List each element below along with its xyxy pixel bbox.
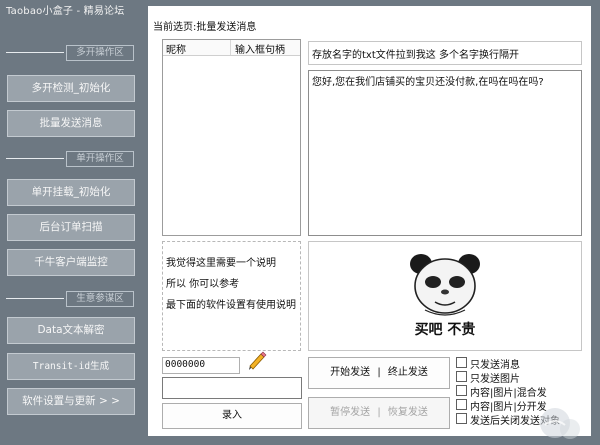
message-textarea[interactable]: 您好,您在我们店铺买的宝贝还没付款,在吗在吗在吗? bbox=[308, 70, 582, 236]
data-decrypt-button[interactable]: Data文本解密 bbox=[7, 317, 135, 344]
section-divider bbox=[6, 298, 64, 299]
section-label: 单开操作区 bbox=[66, 151, 134, 167]
file-drop-hint[interactable]: 存放名字的txt文件拉到我这 多个名字换行隔开 bbox=[308, 41, 582, 65]
checkbox[interactable] bbox=[456, 371, 467, 382]
section-label: 生意参谋区 bbox=[66, 291, 134, 307]
send-controls: 开始发送 | 终止发送 bbox=[308, 357, 450, 389]
nickname-list[interactable]: 昵称 输入框句柄 bbox=[162, 39, 301, 236]
current-tab-title: 当前选页:批量发送消息 bbox=[153, 22, 257, 33]
image-drop-area[interactable]: 买吧 不贵 bbox=[308, 241, 582, 351]
qianniu-monitor-button[interactable]: 千牛客户端监控 bbox=[7, 249, 135, 276]
option-text-only[interactable]: 只发送消息 bbox=[454, 356, 586, 371]
record-button[interactable]: 录入 bbox=[162, 403, 302, 429]
pause-send-button[interactable]: 暂停发送 bbox=[330, 407, 370, 418]
option-label: 只发送消息 bbox=[470, 360, 520, 371]
column-handle: 输入框句柄 bbox=[235, 45, 285, 56]
handle-input-value: 0000000 bbox=[165, 359, 206, 370]
option-image-only[interactable]: 只发送图片 bbox=[454, 370, 586, 385]
sticker-caption: 买吧 不贵 bbox=[414, 322, 476, 338]
section-divider bbox=[6, 158, 64, 159]
section-multi: 多开操作区 bbox=[6, 45, 134, 61]
section-business: 生意参谋区 bbox=[6, 291, 134, 307]
option-label: 只发送图片 bbox=[470, 374, 520, 385]
handle-input[interactable]: 0000000 bbox=[162, 357, 240, 374]
main-panel: 当前选页:批量发送消息 昵称 输入框句柄 我觉得这里需要一个说明 所以 你可以参… bbox=[148, 6, 591, 436]
separator: | bbox=[377, 367, 381, 378]
start-send-button[interactable]: 开始发送 bbox=[330, 367, 370, 378]
stop-send-button[interactable]: 终止发送 bbox=[388, 367, 428, 378]
pencil-icon[interactable] bbox=[246, 350, 268, 372]
info-box: 我觉得这里需要一个说明 所以 你可以参考 最下面的软件设置有使用说明 bbox=[162, 241, 301, 351]
section-label: 多开操作区 bbox=[66, 45, 134, 61]
info-line: 最下面的软件设置有使用说明 bbox=[166, 300, 296, 311]
batch-send-button[interactable]: 批量发送消息 bbox=[7, 110, 135, 137]
checkbox[interactable] bbox=[456, 399, 467, 410]
checkbox[interactable] bbox=[456, 357, 467, 368]
column-divider bbox=[230, 40, 231, 55]
transit-id-button[interactable]: Transit-id生成 bbox=[7, 353, 135, 380]
info-line: 我觉得这里需要一个说明 bbox=[166, 258, 276, 269]
app-title: Taobao小盒子 - 精易论坛 bbox=[6, 6, 125, 17]
record-input[interactable] bbox=[162, 377, 302, 399]
message-text: 您好,您在我们店铺买的宝贝还没付款,在吗在吗在吗? bbox=[312, 77, 544, 88]
file-drop-hint-text: 存放名字的txt文件拉到我这 多个名字换行隔开 bbox=[312, 50, 519, 61]
checkbox[interactable] bbox=[456, 385, 467, 396]
single-mount-init-button[interactable]: 单开挂载_初始化 bbox=[7, 179, 135, 206]
column-nickname: 昵称 bbox=[166, 45, 186, 56]
sidebar: 多开操作区 多开检测_初始化 批量发送消息 单开操作区 单开挂载_初始化 后台订… bbox=[0, 30, 148, 445]
watermark-logo-icon bbox=[540, 408, 580, 439]
section-divider bbox=[6, 52, 64, 53]
separator: | bbox=[377, 407, 381, 418]
order-scan-button[interactable]: 后台订单扫描 bbox=[7, 214, 135, 241]
multi-detect-init-button[interactable]: 多开检测_初始化 bbox=[7, 75, 135, 102]
settings-update-button[interactable]: 软件设置与更新 > > bbox=[7, 388, 135, 415]
checkbox[interactable] bbox=[456, 413, 467, 424]
info-line: 所以 你可以参考 bbox=[166, 279, 240, 290]
section-single: 单开操作区 bbox=[6, 151, 134, 167]
resume-send-button[interactable]: 恢复发送 bbox=[388, 407, 428, 418]
list-header: 昵称 输入框句柄 bbox=[163, 40, 300, 56]
pause-controls: 暂停发送 | 恢复发送 bbox=[308, 397, 450, 429]
